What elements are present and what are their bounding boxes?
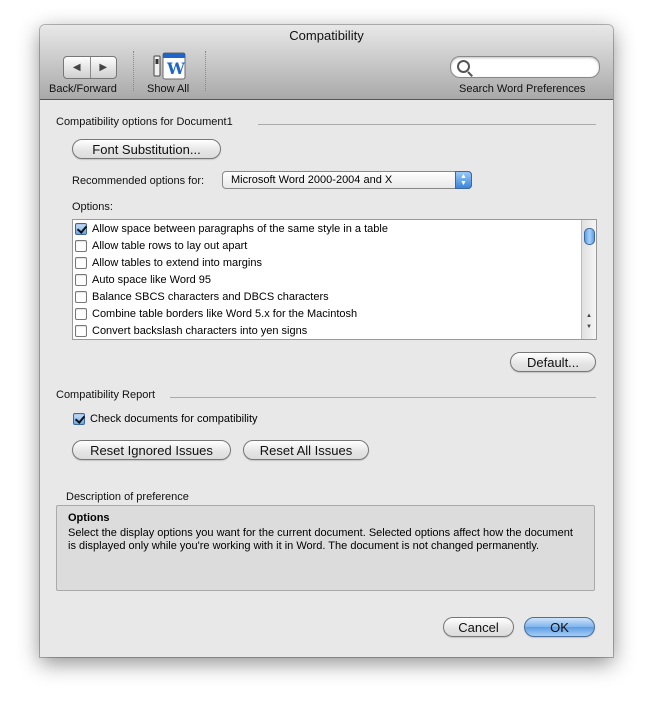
report-section-title: Compatibility Report <box>56 389 156 401</box>
window-title: Compatibility <box>289 28 364 43</box>
scroll-down-arrow-icon[interactable]: ▼ <box>582 323 596 332</box>
show-all-label[interactable]: Show All <box>147 83 189 95</box>
check-compatibility-label: Check documents for compatibility <box>90 413 258 425</box>
options-list[interactable]: Allow space between paragraphs of the sa… <box>72 219 597 340</box>
list-item-label: Auto space like Word 95 <box>92 273 212 286</box>
reset-ignored-issues-button[interactable]: Reset Ignored Issues <box>72 440 231 460</box>
recommended-label: Recommended options for: <box>72 175 205 187</box>
section-divider <box>170 397 596 398</box>
list-item[interactable]: Allow tables to extend into margins <box>74 254 262 271</box>
list-item-label: Allow table rows to lay out apart <box>92 239 248 252</box>
triangle-right-icon: ▶ <box>99 62 108 73</box>
options-section-title: Compatibility options for Document1 <box>56 116 233 128</box>
svg-text:W: W <box>166 59 186 78</box>
list-item[interactable]: Allow table rows to lay out apart <box>74 237 247 254</box>
recommended-select-value: Microsoft Word 2000-2004 and X <box>231 174 393 186</box>
ok-button[interactable]: OK <box>524 617 595 637</box>
list-item[interactable]: Combine table borders like Word 5.x for … <box>74 305 357 322</box>
list-item-label: Allow space between paragraphs of the sa… <box>92 222 388 235</box>
search-icon <box>457 60 470 73</box>
forward-button[interactable]: ▶ <box>89 57 117 78</box>
show-all-button[interactable]: W <box>152 52 188 80</box>
compatibility-dialog: Compatibility ◀ ▶ Back/Forward W Show Al… <box>40 25 613 657</box>
reset-all-issues-button[interactable]: Reset All Issues <box>243 440 369 460</box>
options-label: Options: <box>72 201 113 213</box>
back-forward-control: ◀ ▶ <box>63 56 117 79</box>
cancel-button[interactable]: Cancel <box>443 617 514 637</box>
checkbox[interactable] <box>75 273 87 286</box>
recommended-select[interactable]: Microsoft Word 2000-2004 and X ▲ ▼ <box>222 171 472 189</box>
scrollbar-thumb[interactable] <box>584 228 595 245</box>
toolbar: Compatibility ◀ ▶ Back/Forward W Show Al… <box>40 25 613 100</box>
list-item[interactable]: Convert backslash characters into yen si… <box>74 322 307 339</box>
vertical-scrollbar[interactable]: ▲ ▼ <box>581 220 596 339</box>
toolbar-separator <box>205 51 206 91</box>
checkbox[interactable] <box>75 256 87 269</box>
chevron-updown-icon: ▲ ▼ <box>455 171 472 189</box>
checkbox[interactable] <box>75 290 87 303</box>
list-item-label: Allow tables to extend into margins <box>92 256 262 269</box>
checkbox[interactable] <box>73 413 85 425</box>
back-button[interactable]: ◀ <box>64 57 90 78</box>
description-box: Options Select the display options you w… <box>56 505 595 591</box>
list-item-label: Combine table borders like Word 5.x for … <box>92 307 358 320</box>
back-forward-label: Back/Forward <box>49 83 117 95</box>
section-divider <box>258 124 596 125</box>
checkbox[interactable] <box>75 222 87 235</box>
list-item-label: Convert backslash characters into yen si… <box>92 324 308 337</box>
search-input[interactable] <box>450 56 600 78</box>
triangle-left-icon: ◀ <box>72 62 81 73</box>
scroll-up-arrow-icon[interactable]: ▲ <box>582 312 596 321</box>
font-substitution-button[interactable]: Font Substitution... <box>72 139 221 159</box>
description-title: Description of preference <box>66 491 189 503</box>
description-heading: Options <box>68 512 110 524</box>
checkbox[interactable] <box>75 307 87 320</box>
list-item[interactable]: Balance SBCS characters and DBCS charact… <box>74 288 329 305</box>
show-all-icon: W <box>153 52 186 80</box>
checkbox[interactable] <box>75 239 87 252</box>
default-button[interactable]: Default... <box>510 352 596 372</box>
list-item[interactable]: Auto space like Word 95 <box>74 271 211 288</box>
description-text: Select the display options you want for … <box>68 527 573 552</box>
list-item-label: Balance SBCS characters and DBCS charact… <box>92 290 329 303</box>
check-compatibility-option[interactable]: Check documents for compatibility <box>72 413 258 425</box>
toolbar-separator <box>133 51 134 91</box>
list-item[interactable]: Allow space between paragraphs of the sa… <box>74 220 388 237</box>
search-label: Search Word Preferences <box>459 83 586 95</box>
checkbox[interactable] <box>75 324 87 337</box>
